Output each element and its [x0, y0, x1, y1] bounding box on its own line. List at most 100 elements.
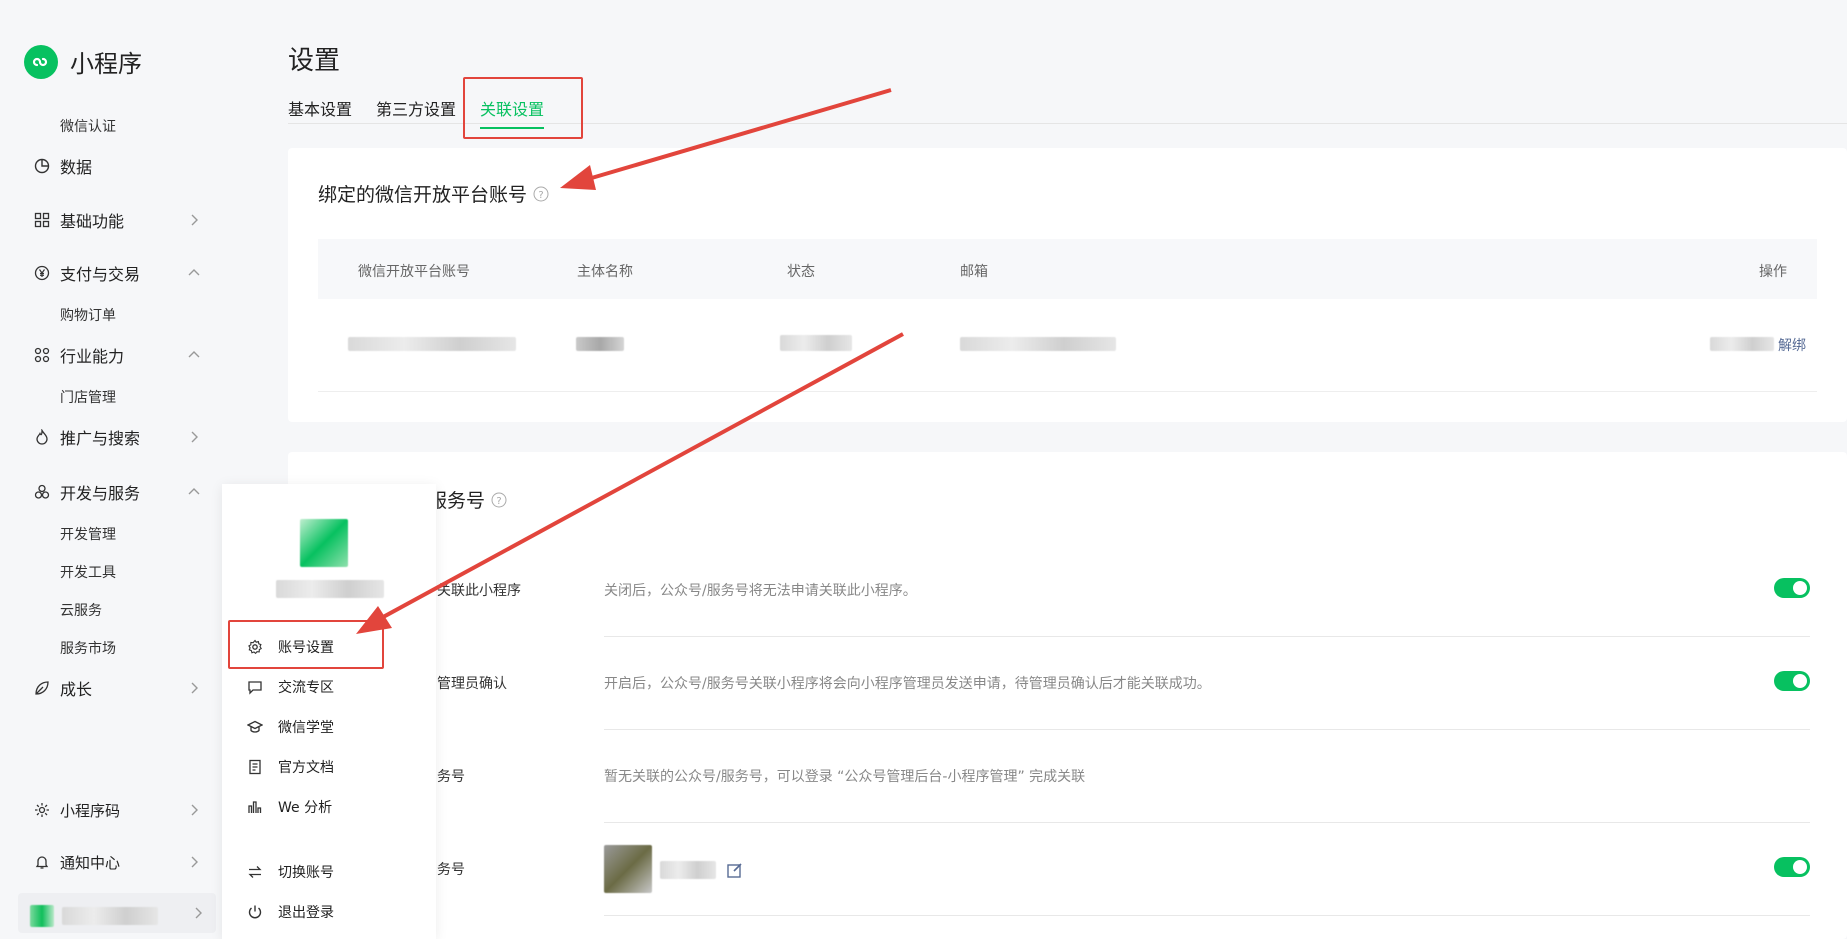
open-platform-title: 绑定的微信开放平台账号 ?: [318, 180, 549, 207]
service-avatar-redacted: [604, 845, 652, 893]
yen-circle-icon: [32, 263, 52, 283]
tab-third-party[interactable]: 第三方设置: [376, 96, 456, 120]
power-icon: [246, 903, 264, 921]
sidebar-item-label: 行业能力: [60, 347, 125, 366]
table-row: 解绑: [318, 299, 1817, 392]
setting-label: 管理员确认: [437, 676, 507, 692]
menu-logout[interactable]: 退出登录: [246, 902, 334, 922]
popup-avatar: [300, 519, 348, 567]
sidebar-item-industry[interactable]: 行业能力: [32, 340, 202, 370]
sidebar-item-payment[interactable]: 支付与交易: [32, 258, 202, 288]
toggle-allow-link[interactable]: [1774, 578, 1810, 598]
menu-official-docs[interactable]: 官方文档: [246, 757, 334, 777]
sidebar-item-data[interactable]: 数据: [32, 151, 202, 181]
grid-icon: [32, 210, 52, 230]
sidebar-sub-orders[interactable]: 购物订单: [60, 305, 116, 325]
edit-icon[interactable]: [726, 861, 744, 879]
setting-label: 务号: [437, 862, 465, 878]
account-switcher[interactable]: [18, 893, 216, 933]
help-icon[interactable]: ?: [533, 186, 549, 202]
flame-icon: [32, 427, 52, 447]
avatar: [30, 905, 54, 927]
setting-row-service-account: [604, 823, 1810, 916]
setting-label: 关联此小程序: [437, 583, 521, 599]
unbind-link[interactable]: 解绑: [1778, 335, 1806, 355]
help-icon[interactable]: ?: [491, 492, 507, 508]
entity-redacted: [576, 337, 624, 351]
sidebar-item-label: 开发与服务: [60, 484, 141, 503]
setting-label: 务号: [437, 769, 465, 785]
highlight-account-settings: [228, 620, 384, 669]
email-redacted: [960, 337, 1116, 351]
chevron-up-icon: [188, 488, 200, 495]
setting-row-linked-accounts: 暂无关联的公众号/服务号，可以登录 “公众号管理后台-小程序管理” 完成关联: [604, 730, 1810, 823]
menu-label: 交流专区: [278, 680, 334, 696]
menu-community[interactable]: 交流专区: [246, 677, 334, 697]
sun-code-icon: [32, 800, 52, 820]
setting-desc: 暂无关联的公众号/服务号，可以登录 “公众号管理后台-小程序管理” 完成关联: [604, 769, 1086, 785]
sidebar-item-promotion[interactable]: 推广与搜索: [32, 422, 202, 452]
menu-switch-account[interactable]: 切换账号: [246, 862, 334, 882]
brand[interactable]: 小程序: [24, 44, 142, 79]
svg-text:?: ?: [538, 190, 543, 201]
sidebar-item-label: 通知中心: [60, 853, 121, 872]
chevron-right-icon: [191, 214, 198, 226]
setting-desc: 关闭后，公众号/服务号将无法申请关联此小程序。: [604, 583, 917, 599]
sidebar-item-qrcode[interactable]: 小程序码: [32, 795, 202, 825]
account-name-redacted: [62, 907, 158, 925]
toggle-admin-confirm[interactable]: [1774, 671, 1810, 691]
account-popup-menu: 账号设置 交流专区 微信学堂 官方文档 We 分析 切换账号 退出登录: [222, 484, 436, 939]
menu-wechat-academy[interactable]: 微信学堂: [246, 717, 334, 737]
col-email: 邮箱: [960, 264, 988, 280]
action-extra-redacted: [1710, 337, 1774, 351]
chevron-right-icon: [191, 431, 198, 443]
open-platform-card: 绑定的微信开放平台账号 ? 微信开放平台账号 主体名称 状态 邮箱 操作 解绑: [288, 148, 1847, 422]
leaf-icon: [32, 678, 52, 698]
setting-desc: 开启后，公众号/服务号关联小程序将会向小程序管理员发送申请，待管理员确认后才能关…: [604, 676, 1211, 692]
sidebar: 小程序 微信认证 数据 基础功能 支付与交易 购物订单 行业能力 门店管理 推广…: [0, 0, 222, 939]
sidebar-sub-stores[interactable]: 门店管理: [60, 387, 116, 407]
toggle-service-account[interactable]: [1774, 857, 1810, 877]
sidebar-sub-wechat-verify[interactable]: 微信认证: [60, 116, 116, 136]
sidebar-sub-cloud[interactable]: 云服务: [60, 600, 102, 620]
sidebar-item-basic[interactable]: 基础功能: [32, 205, 202, 235]
sidebar-sub-dev-manage[interactable]: 开发管理: [60, 524, 116, 544]
service-name-redacted: [660, 861, 716, 879]
chevron-right-icon: [191, 682, 198, 694]
highlight-association-tab: [463, 77, 583, 139]
bar-chart-icon: [246, 798, 264, 816]
sidebar-item-label: 数据: [60, 158, 93, 177]
pie-chart-icon: [32, 156, 52, 176]
menu-label: 官方文档: [278, 760, 334, 776]
section-title-text: 服务号: [428, 490, 486, 512]
page-title: 设置: [288, 46, 341, 76]
sidebar-item-label: 支付与交易: [60, 265, 141, 284]
status-redacted: [780, 335, 852, 351]
cluster-icon: [32, 482, 52, 502]
sidebar-item-label: 小程序码: [60, 801, 121, 820]
sidebar-item-growth[interactable]: 成长: [32, 673, 202, 703]
table-header: 微信开放平台账号 主体名称 状态 邮箱 操作: [318, 239, 1817, 299]
tab-basic[interactable]: 基本设置: [288, 96, 352, 120]
sidebar-item-dev[interactable]: 开发与服务: [32, 477, 202, 507]
bell-icon: [32, 852, 52, 872]
menu-we-analysis[interactable]: We 分析: [246, 797, 332, 817]
chat-bubble-icon: [246, 678, 264, 696]
col-account: 微信开放平台账号: [358, 264, 470, 280]
chevron-up-icon: [188, 269, 200, 276]
chevron-right-icon: [191, 856, 198, 868]
setting-row-admin-confirm: 开启后，公众号/服务号关联小程序将会向小程序管理员发送申请，待管理员确认后才能关…: [604, 637, 1810, 730]
sidebar-sub-market[interactable]: 服务市场: [60, 638, 116, 658]
graduation-cap-icon: [246, 718, 264, 736]
col-status: 状态: [787, 264, 815, 280]
sidebar-item-notifications[interactable]: 通知中心: [32, 847, 202, 877]
col-entity: 主体名称: [577, 264, 633, 280]
document-icon: [246, 758, 264, 776]
menu-label: 微信学堂: [278, 720, 334, 736]
service-title: 服务号 ?: [428, 486, 507, 513]
sidebar-sub-dev-tools[interactable]: 开发工具: [60, 562, 116, 582]
nodes-icon: [32, 345, 52, 365]
sidebar-item-label: 基础功能: [60, 212, 125, 231]
menu-label: 退出登录: [278, 905, 334, 921]
svg-text:?: ?: [496, 496, 501, 507]
